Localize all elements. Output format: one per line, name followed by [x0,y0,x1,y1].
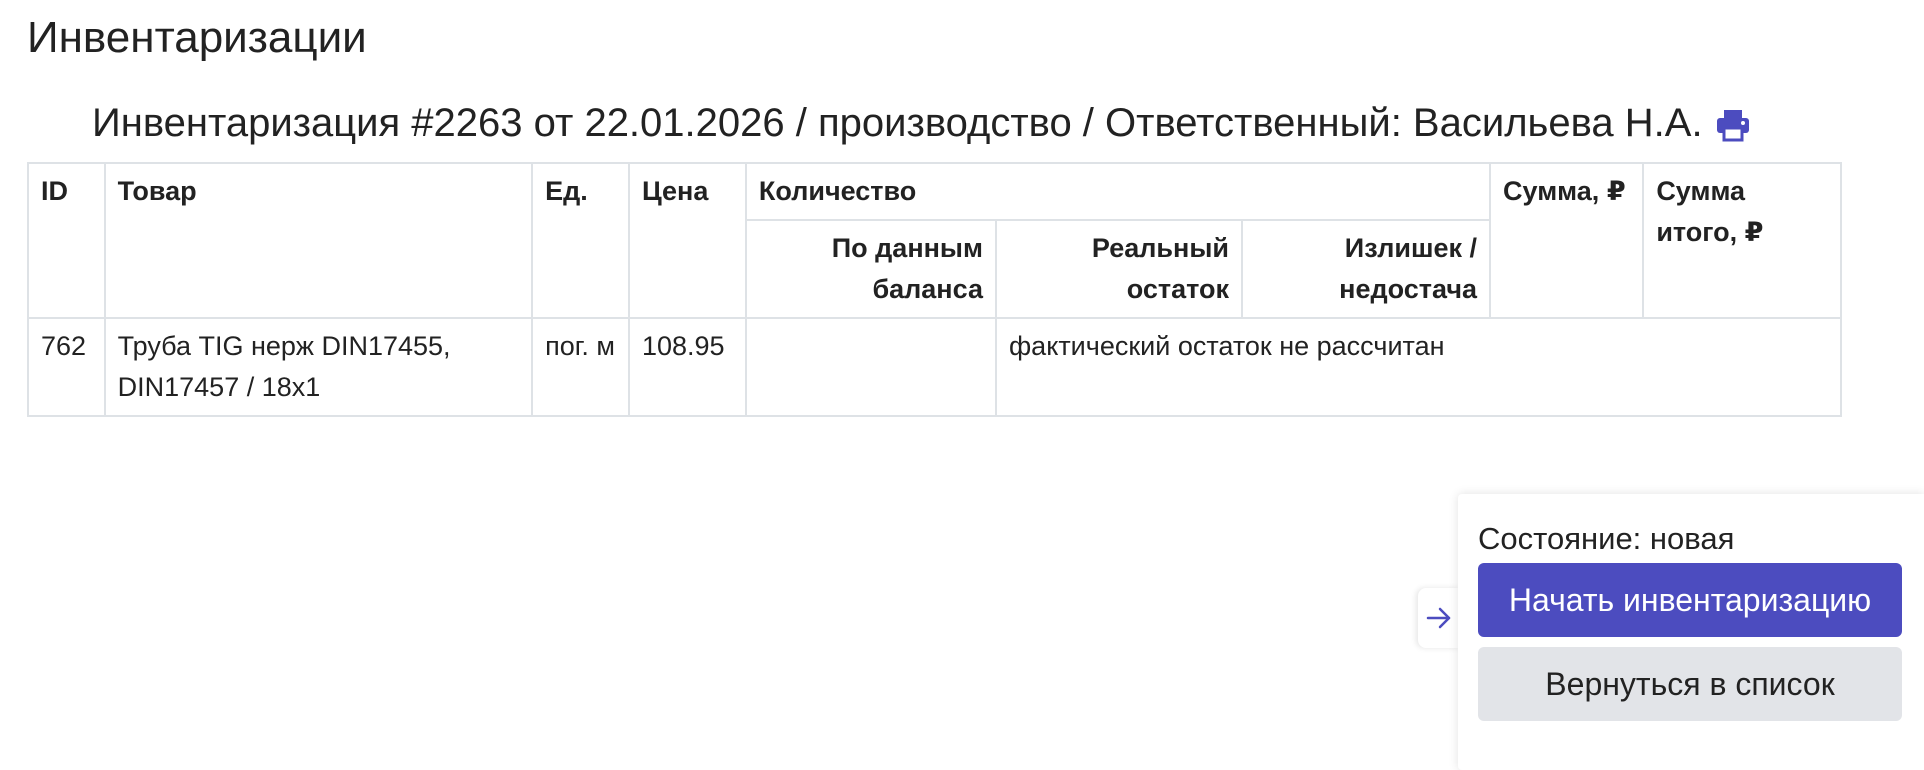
inventory-header: Инвентаризация #2263 от 22.01.2026 / про… [92,98,1751,148]
page-title: Инвентаризации [27,13,367,62]
header-real: Реальный остаток [994,219,1244,319]
panel-toggle[interactable] [1418,588,1460,648]
cell-price: 108.95 [627,317,747,417]
table-row: 762 Труба TIG нерж DIN17455, DIN17457 / … [27,317,1843,417]
table-body: 762 Труба TIG нерж DIN17455, DIN17457 / … [27,317,1843,417]
cell-item: Труба TIG нерж DIN17455, DIN17457 / 18x1 [103,317,534,417]
header-sum: Сумма, ₽ [1489,162,1645,319]
inventory-table: ID Товар Ед. Цена Количество Сумма, ₽ Су… [27,162,1843,417]
printer-icon[interactable] [1715,105,1751,142]
inventory-header-text: Инвентаризация #2263 от 22.01.2026 / про… [92,101,1703,145]
page: Инвентаризации Инвентаризация #2263 от 2… [0,0,1924,770]
header-balance: По данным баланса [744,219,997,319]
header-diff: Излишек / недостача [1240,219,1492,319]
header-total: Сумма итого, ₽ [1642,162,1842,319]
cell-balance [744,317,997,417]
header-quantity: Количество [744,162,1492,221]
status-text: Состояние: новая [1478,521,1735,556]
start-inventory-button[interactable]: Начать инвентаризацию [1478,563,1902,637]
back-to-list-button[interactable]: Вернуться в список [1478,647,1902,721]
cell-id: 762 [27,317,106,417]
header-id: ID [27,162,106,319]
arrow-right-icon [1426,607,1451,629]
header-row: ID Товар Ед. Цена Количество Сумма, ₽ Су… [27,162,1842,319]
header-price: Цена [627,162,747,319]
cell-note: фактический остаток не рассчитан [994,317,1843,417]
header-item: Товар [103,162,534,319]
table-head: ID Товар Ед. Цена Количество Сумма, ₽ Су… [27,162,1842,319]
header-unit: Ед. [531,162,630,319]
cell-unit: пог. м [531,317,630,417]
